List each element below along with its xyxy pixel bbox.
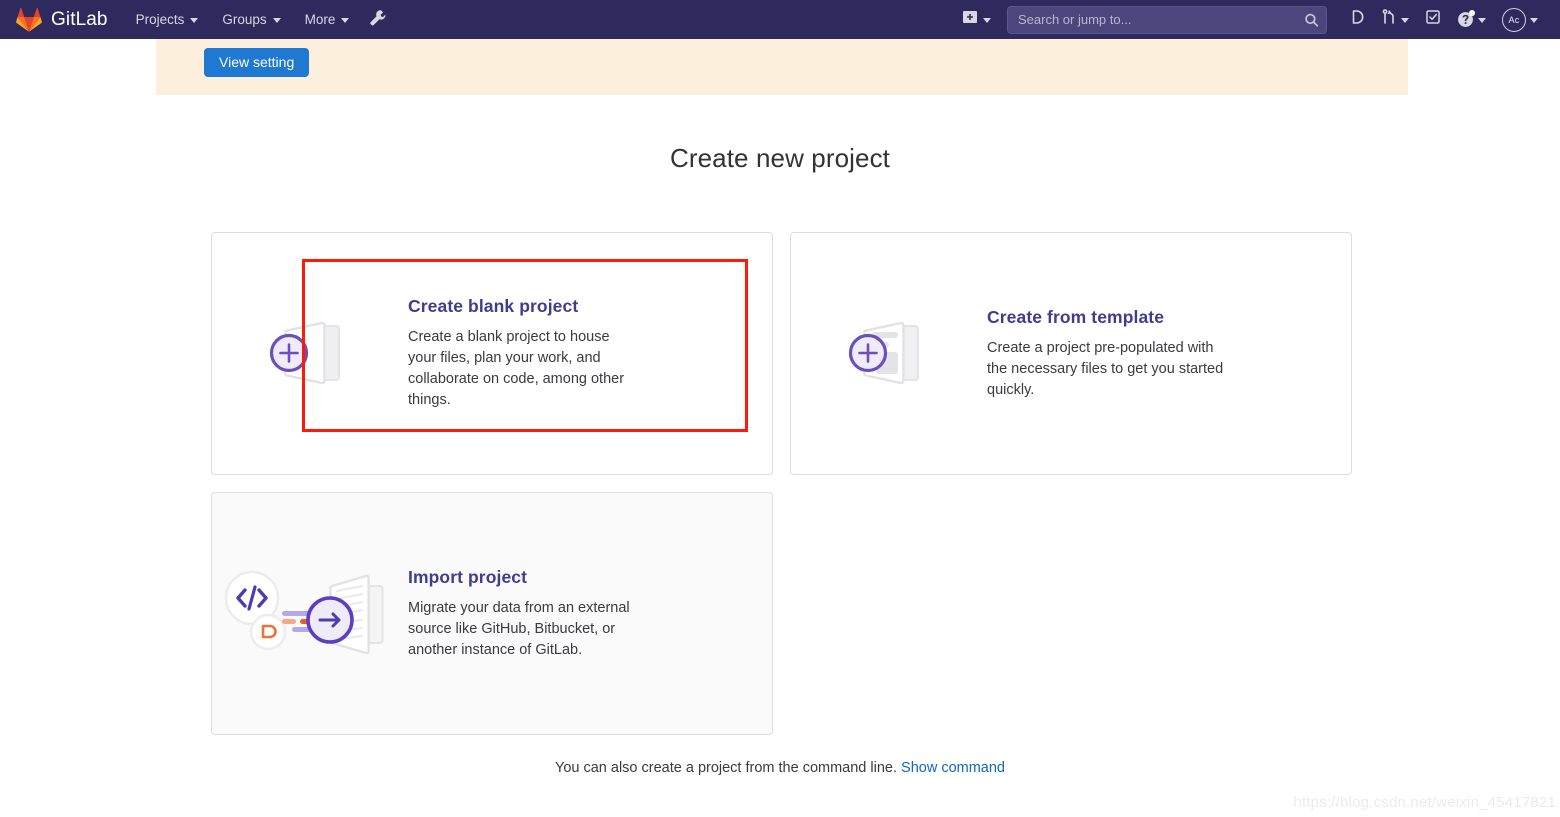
empty-slot — [790, 492, 1352, 735]
nav-item-projects[interactable]: Projects — [124, 0, 211, 39]
page-title: Create new project — [669, 143, 891, 173]
show-command-link[interactable]: Show command — [901, 760, 1005, 776]
card-create-from-template[interactable]: Create from template Create a project pr… — [790, 232, 1352, 475]
chevron-down-icon — [272, 18, 281, 23]
card-text-import-project: Import project Migrate your data from an… — [408, 567, 678, 661]
card-row-bottom: Import project Migrate your data from an… — [211, 492, 1353, 735]
view-setting-button[interactable]: View setting — [204, 48, 310, 77]
plus-square-icon — [962, 9, 978, 30]
merge-requests-button[interactable] — [1373, 0, 1417, 39]
nav-more-label: More — [304, 12, 336, 27]
template-project-folder-plus-icon — [791, 306, 987, 402]
nav-item-more[interactable]: More — [293, 0, 362, 39]
chevron-down-icon — [983, 18, 991, 23]
merge-request-icon — [1381, 9, 1397, 30]
card-description: Create a blank project to house your fil… — [408, 329, 625, 408]
project-type-cards: Create blank project Create a blank proj… — [211, 232, 1353, 735]
help-button[interactable] — [1449, 0, 1494, 39]
nav-projects-label: Projects — [135, 12, 185, 27]
primary-nav: Projects Groups More — [124, 0, 395, 39]
command-line-note-text: You can also create a project from the c… — [554, 760, 897, 776]
notification-dot-icon — [1469, 10, 1475, 16]
alert-banner: View setting — [156, 39, 1408, 95]
chevron-down-icon — [1401, 18, 1409, 23]
navbar-right-actions: Ac — [952, 0, 1560, 39]
gitlab-home-link[interactable]: GitLab — [16, 7, 108, 32]
blank-project-folder-plus-icon — [212, 306, 408, 402]
user-menu-button[interactable]: Ac — [1494, 0, 1546, 39]
watermark: https://blog.csdn.net/weixin_45417821 — [1293, 794, 1556, 811]
card-import-project[interactable]: Import project Migrate your data from an… — [211, 492, 773, 735]
main-content: Create new project Create blank project … — [0, 95, 1560, 776]
avatar: Ac — [1502, 7, 1526, 32]
card-title: Import project — [408, 566, 528, 587]
issues-icon — [1349, 9, 1365, 30]
wrench-icon — [369, 9, 386, 31]
card-create-blank-project[interactable]: Create blank project Create a blank proj… — [211, 232, 773, 475]
card-row-top: Create blank project Create a blank proj… — [211, 232, 1353, 475]
todos-button[interactable] — [1417, 0, 1449, 39]
chevron-down-icon — [341, 18, 350, 23]
chevron-down-icon — [1478, 18, 1486, 23]
todo-check-icon — [1425, 9, 1441, 30]
card-text-template: Create from template Create a project pr… — [987, 307, 1263, 401]
brand-name: GitLab — [51, 8, 108, 30]
top-navbar: GitLab Projects Groups More Search or ju… — [0, 0, 1560, 39]
card-description: Create a project pre-populated with the … — [987, 339, 1224, 398]
card-text-blank-project: Create blank project Create a blank proj… — [408, 296, 678, 411]
question-circle-icon — [1457, 10, 1475, 28]
nav-groups-label: Groups — [222, 12, 267, 27]
import-project-arrow-icon — [212, 558, 408, 670]
chevron-down-icon — [1530, 18, 1538, 23]
card-description: Migrate your data from an external sourc… — [408, 599, 630, 658]
create-new-button[interactable] — [952, 9, 1001, 30]
card-title: Create blank project — [408, 296, 579, 316]
gitlab-fox-logo-icon — [16, 7, 42, 32]
nav-item-groups[interactable]: Groups — [210, 0, 292, 39]
search-input[interactable] — [1007, 5, 1327, 34]
command-line-note: You can also create a project from the c… — [0, 760, 1560, 776]
issues-button[interactable] — [1341, 0, 1373, 39]
card-title: Create from template — [987, 306, 1165, 327]
chevron-down-icon — [190, 18, 199, 23]
admin-area-button[interactable] — [361, 0, 394, 39]
search-container — [1007, 5, 1327, 34]
